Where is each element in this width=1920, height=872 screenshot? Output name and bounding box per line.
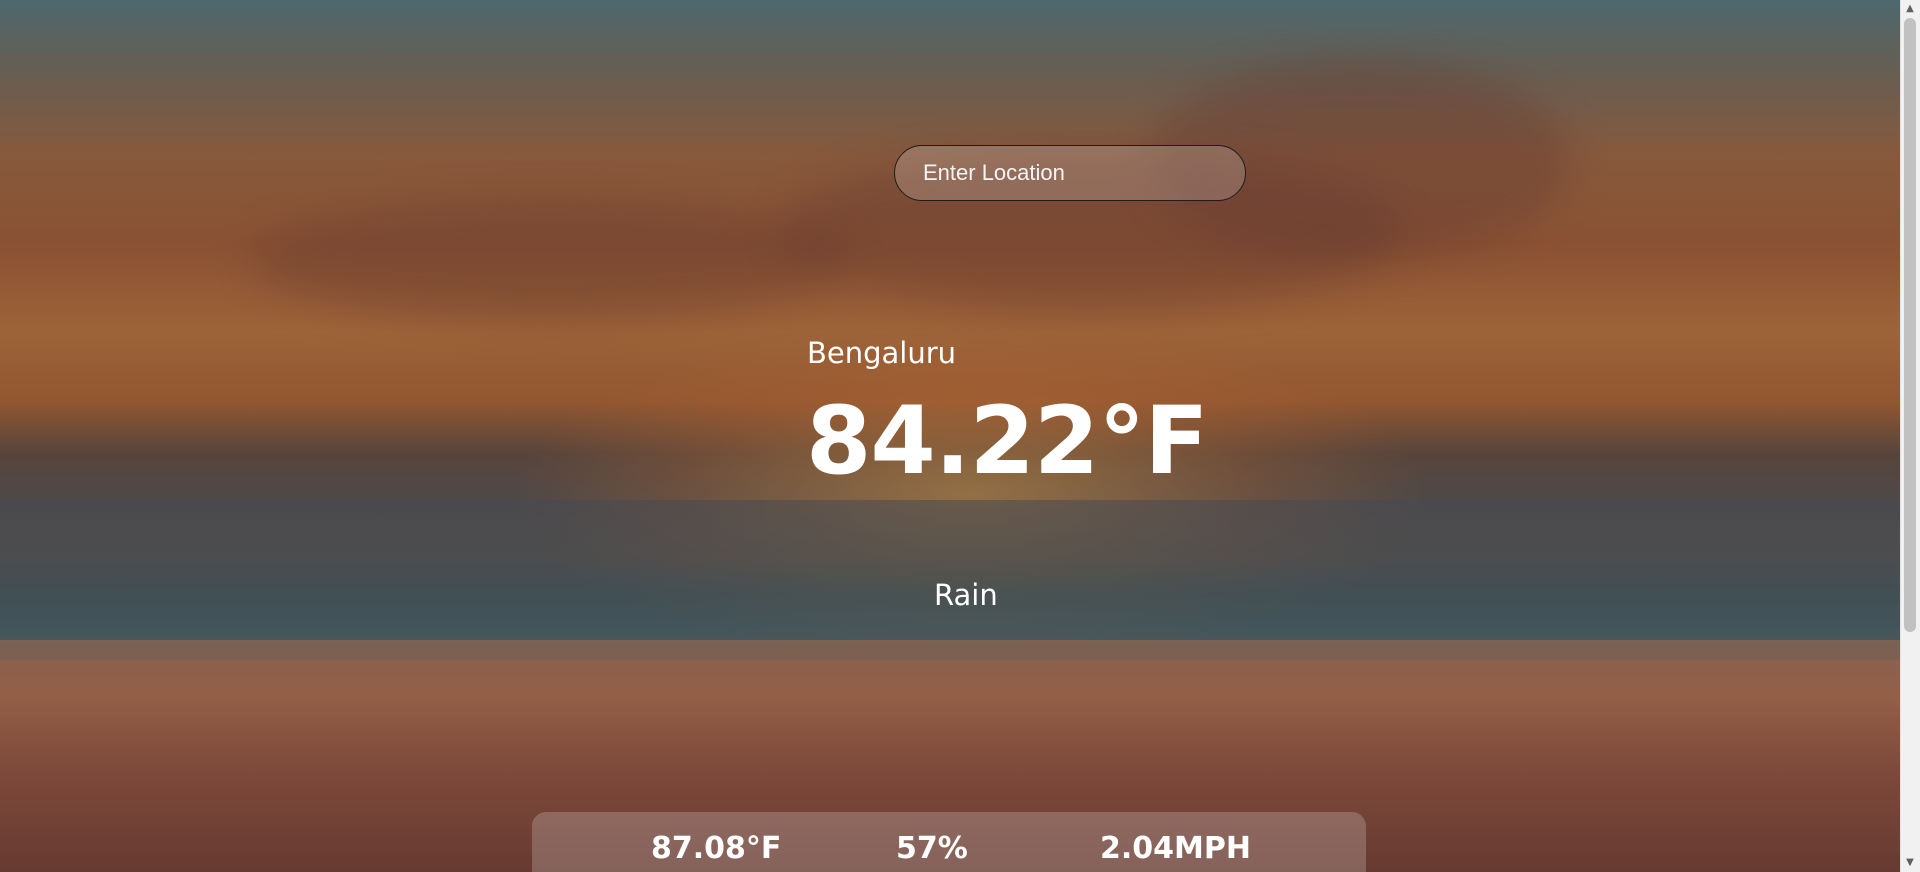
scroll-down-arrow-icon[interactable]: ▼ <box>1903 856 1917 870</box>
weather-condition: Rain <box>934 578 998 612</box>
humidity-value: 57% <box>896 831 968 866</box>
location-search-input[interactable] <box>894 145 1246 201</box>
app-background: Bengaluru 84.22°F Rain 87.08°F 57% 2.04M… <box>0 0 1900 872</box>
current-temperature: 84.22°F <box>806 387 1209 496</box>
background-cloud <box>250 200 850 320</box>
feels-like-value: 87.08°F <box>651 831 782 866</box>
scroll-up-arrow-icon[interactable]: ▲ <box>1903 2 1917 16</box>
wind-speed-value: 2.04MPH <box>1100 831 1251 866</box>
weather-stats-panel: 87.08°F 57% 2.04MPH <box>532 812 1366 872</box>
scrollbar-thumb[interactable] <box>1904 18 1916 632</box>
city-name: Bengaluru <box>807 336 957 370</box>
